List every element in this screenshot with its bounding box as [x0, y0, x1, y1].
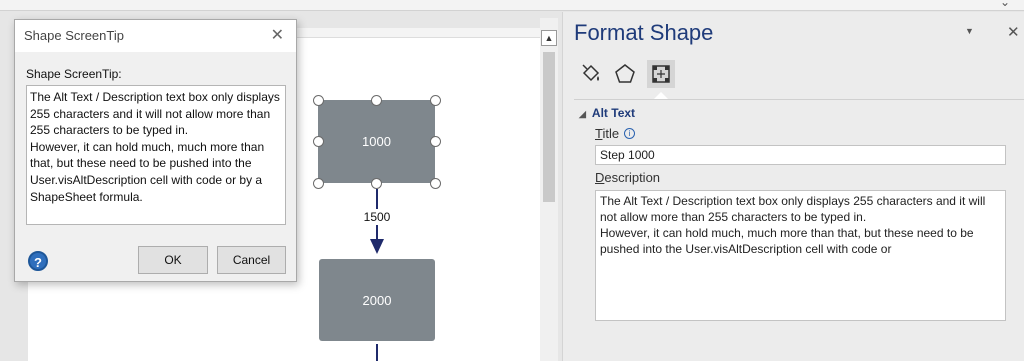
resize-handle-top-left[interactable] [313, 95, 324, 106]
tab-fill-line[interactable] [577, 60, 605, 88]
vertical-scrollbar[interactable]: ▲ [540, 18, 558, 361]
shape-label: 2000 [362, 292, 392, 308]
resize-handle-left[interactable] [313, 136, 324, 147]
description-textarea[interactable]: The Alt Text / Description text box only… [595, 190, 1006, 321]
connector-label[interactable]: 1500 [359, 209, 395, 225]
resize-handle-top-right[interactable] [430, 95, 441, 106]
connector-line-lower[interactable] [376, 344, 378, 361]
fill-bucket-icon [582, 64, 600, 82]
size-properties-icon [652, 65, 670, 83]
info-icon[interactable]: i [624, 128, 636, 139]
tab-size-properties[interactable] [647, 60, 675, 88]
title-label-text: itle [602, 126, 620, 141]
ribbon-collapse-icon[interactable]: ⌄ [1000, 0, 1010, 9]
title-input[interactable]: Step 1000 [595, 145, 1006, 165]
process-shape-selected[interactable]: 1000 [318, 100, 435, 183]
pane-title: Format Shape [574, 20, 714, 45]
resize-handle-bottom-right[interactable] [430, 178, 441, 189]
description-label-accesskey: D [595, 170, 605, 185]
ribbon-strip: ⌄ [0, 0, 1024, 11]
description-field-label: Description [595, 170, 660, 185]
process-shape[interactable]: 2000 [319, 259, 435, 341]
resize-handle-right[interactable] [430, 136, 441, 147]
cancel-button[interactable]: Cancel [217, 246, 286, 274]
description-label-text: escription [604, 170, 661, 185]
resize-handle-bottom[interactable] [371, 178, 382, 189]
resize-handle-bottom-left[interactable] [313, 178, 324, 189]
expanded-triangle-icon: ◢ [579, 109, 586, 119]
shape-label: 1000 [362, 134, 391, 149]
shape-screentip-dialog: Shape ScreenTip ✕ Shape ScreenTip: The A… [14, 19, 297, 282]
screentip-field-label: Shape ScreenTip: [26, 67, 122, 81]
section-header-alt-text[interactable]: ◢ Alt Text [579, 106, 635, 120]
section-title: Alt Text [591, 106, 636, 120]
help-icon[interactable]: ? [28, 251, 48, 271]
pane-options-dropdown-icon[interactable]: ▼ [965, 26, 974, 36]
title-field-label: Title i [595, 126, 636, 141]
ok-button[interactable]: OK [138, 246, 208, 274]
pentagon-icon [615, 64, 635, 83]
scroll-up-button[interactable]: ▲ [541, 30, 557, 46]
dialog-title: Shape ScreenTip [24, 28, 124, 43]
scrollbar-thumb[interactable] [543, 52, 555, 202]
dialog-titlebar[interactable]: Shape ScreenTip ✕ [15, 20, 296, 52]
pane-close-icon[interactable]: ✕ [1007, 23, 1020, 41]
resize-handle-top[interactable] [371, 95, 382, 106]
connector-arrowhead [370, 239, 384, 254]
close-icon[interactable]: ✕ [271, 25, 284, 45]
screentip-textarea[interactable]: The Alt Text / Description text box only… [26, 85, 286, 225]
tab-effects[interactable] [611, 60, 639, 88]
format-shape-pane: Format Shape ▼ ✕ ◢ Alt Text Title i Step 1… [562, 12, 1024, 361]
pane-divider [574, 99, 1024, 100]
